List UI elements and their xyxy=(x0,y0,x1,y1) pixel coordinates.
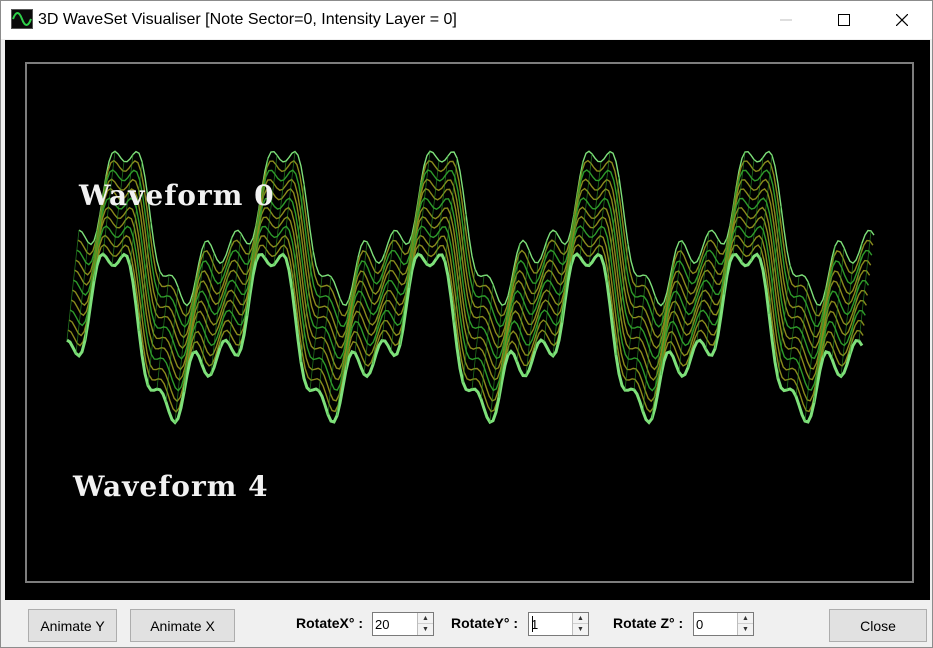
animate-x-button[interactable]: Animate X xyxy=(130,609,235,642)
arrow-up-icon[interactable]: ▲ xyxy=(738,613,753,624)
rotate-y-label: RotateY° : xyxy=(451,615,519,631)
close-icon xyxy=(896,14,908,26)
arrow-up-icon[interactable]: ▲ xyxy=(418,613,433,624)
rotate-x-spin-buttons: ▲ ▼ xyxy=(417,613,433,635)
text-caret xyxy=(532,616,533,632)
arrow-down-icon[interactable]: ▼ xyxy=(418,624,433,635)
minimize-icon xyxy=(780,19,792,21)
waveform-top-label: Waveform 0 xyxy=(79,179,275,212)
rotate-z-spinbox[interactable]: ▲ ▼ xyxy=(693,612,754,636)
control-bar: Animate Y Animate X RotateX° : ▲ ▼ Rotat… xyxy=(1,601,932,647)
visualiser-window: 3D WaveSet Visualiser [Note Sector=0, In… xyxy=(0,0,933,648)
arrow-down-icon[interactable]: ▼ xyxy=(573,624,588,635)
title-bar[interactable]: 3D WaveSet Visualiser [Note Sector=0, In… xyxy=(1,1,932,39)
close-button[interactable]: Close xyxy=(829,609,927,642)
rotate-z-label: Rotate Z° : xyxy=(613,615,684,631)
arrow-up-icon[interactable]: ▲ xyxy=(573,613,588,624)
rotate-y-spinbox[interactable]: ▲ ▼ xyxy=(528,612,589,636)
rotate-z-input[interactable] xyxy=(696,615,736,633)
rotate-y-input[interactable] xyxy=(531,615,571,633)
rotate-x-spinbox[interactable]: ▲ ▼ xyxy=(372,612,434,636)
rotate-x-input[interactable] xyxy=(375,615,415,633)
minimize-button[interactable] xyxy=(763,1,809,39)
window-title: 3D WaveSet Visualiser [Note Sector=0, In… xyxy=(38,11,457,28)
rotate-x-label: RotateX° : xyxy=(296,615,364,631)
window-close-button[interactable] xyxy=(879,1,925,39)
waveform-canvas[interactable]: Waveform 0 Waveform 4 xyxy=(5,40,930,600)
arrow-down-icon[interactable]: ▼ xyxy=(738,624,753,635)
waveform-app-icon xyxy=(11,9,33,29)
animate-y-button[interactable]: Animate Y xyxy=(28,609,117,642)
canvas-frame xyxy=(25,62,914,583)
rotate-z-spin-buttons: ▲ ▼ xyxy=(737,613,753,635)
rotate-y-spin-buttons: ▲ ▼ xyxy=(572,613,588,635)
maximize-icon xyxy=(838,14,850,26)
maximize-button[interactable] xyxy=(821,1,867,39)
waveform-bottom-label: Waveform 4 xyxy=(73,470,269,503)
